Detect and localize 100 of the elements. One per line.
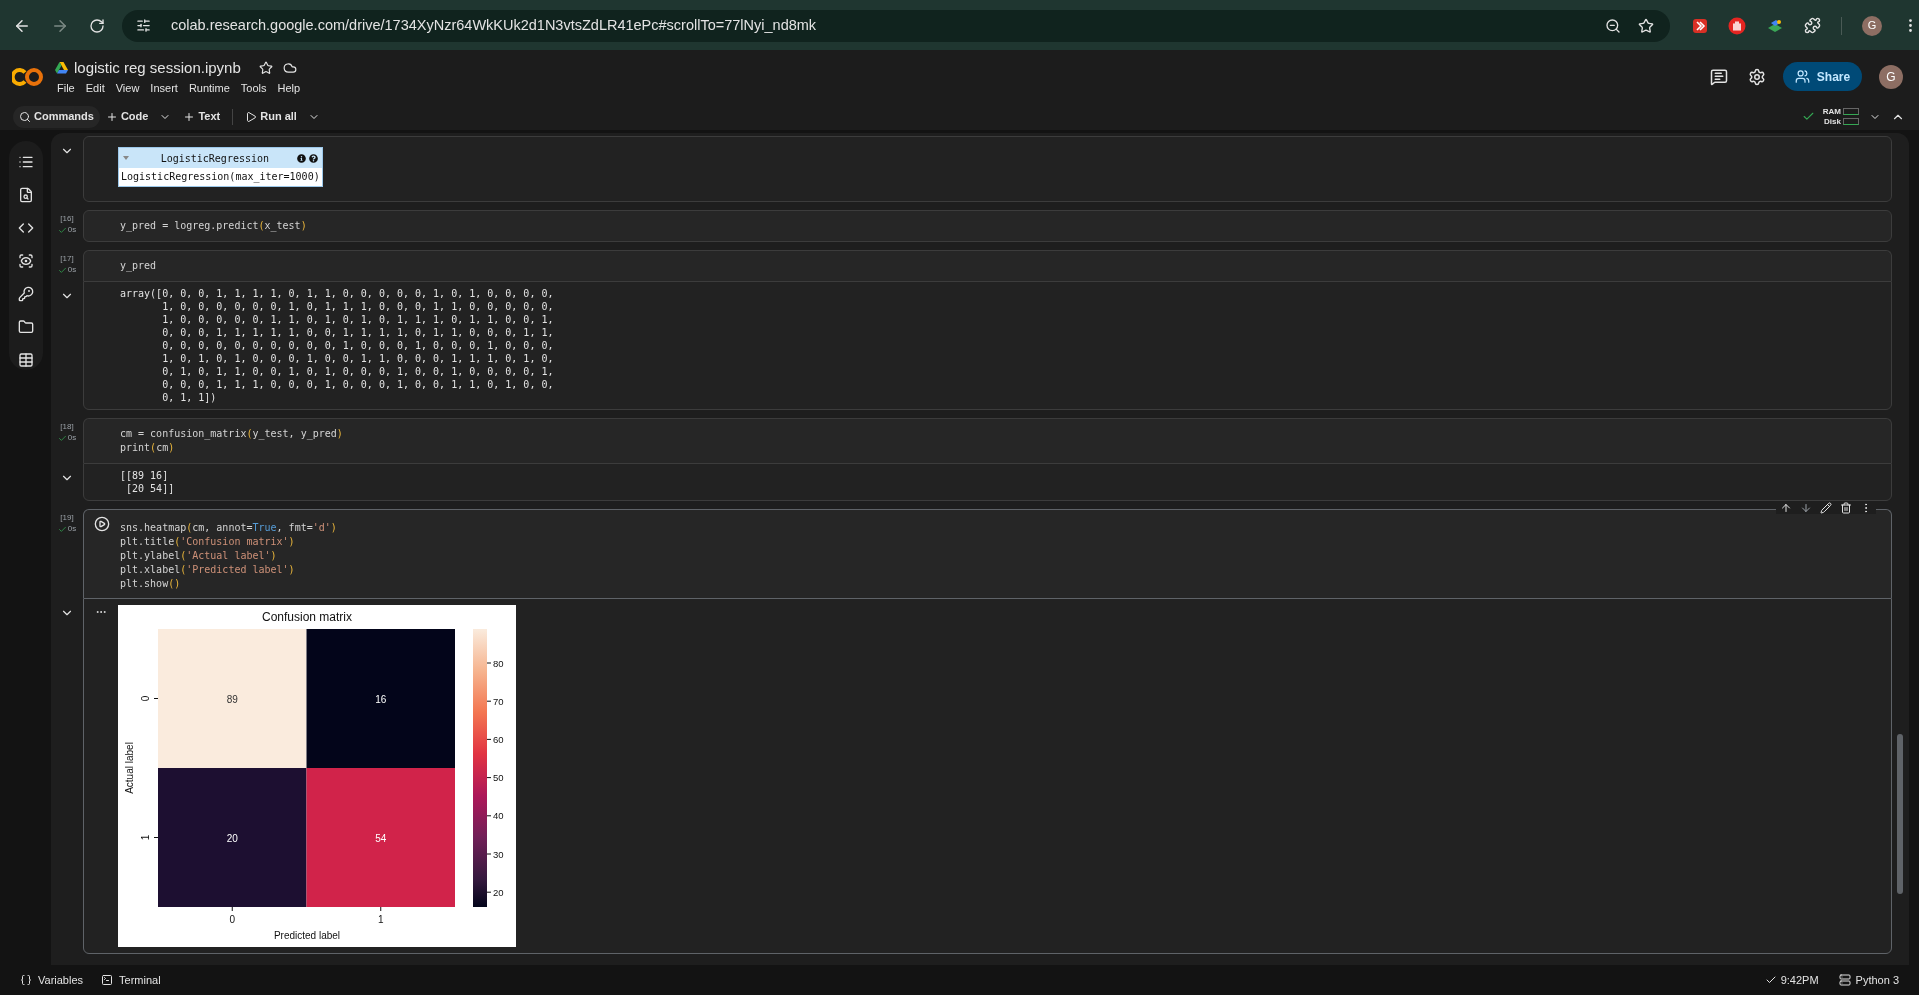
delete-icon[interactable] bbox=[1840, 502, 1852, 514]
code-line: y_pred = logreg.predict(x_test) bbox=[120, 219, 307, 233]
eye-scan-icon[interactable] bbox=[17, 253, 34, 269]
extension-icon[interactable] bbox=[1692, 17, 1708, 34]
output-line: 0, 0, 0, 1, 1, 1, 0, 0, 0, 1, 0, 0, 0, 1, 0, 0, 1, 1, 0, 1, 0, 0, bbox=[161, 378, 554, 391]
caret-icon[interactable] bbox=[123, 156, 129, 160]
extensions-puzzle-icon[interactable] bbox=[1804, 17, 1821, 34]
menu-item[interactable]: Runtime bbox=[188, 80, 230, 97]
code-snippets-icon[interactable] bbox=[17, 220, 34, 236]
x-tick-label: 1 bbox=[377, 914, 384, 925]
hand-extension-icon[interactable] bbox=[1728, 16, 1746, 35]
estimator-name: LogisticRegression bbox=[159, 151, 271, 166]
menu-item[interactable]: View bbox=[115, 80, 140, 97]
share-button[interactable]: Share bbox=[1783, 62, 1862, 91]
toolbar-button[interactable]: Text bbox=[177, 105, 227, 128]
code-line: plt.show() bbox=[120, 577, 181, 591]
user-avatar[interactable]: G bbox=[1879, 64, 1903, 89]
check-icon bbox=[1764, 974, 1777, 986]
address-bar[interactable]: colab.research.google.com/drive/1734XyNzr64WkKUk2d1N3vtsZdLR41ePc#scrollTo=77lNyi_nd8mk bbox=[121, 9, 1670, 42]
menu-item[interactable]: Tools bbox=[240, 80, 267, 97]
colab-logo[interactable] bbox=[12, 66, 44, 87]
toolbar-button[interactable]: Run all bbox=[239, 105, 326, 128]
code-cell-input[interactable]: cm = confusion_matrix(y_test, y_pred) print(cm) bbox=[83, 418, 1892, 463]
estimator-repr: LogisticRegression(max_iter=1000) bbox=[120, 170, 321, 185]
status-button[interactable]: Variables bbox=[20, 971, 84, 989]
code-line: cm = confusion_matrix(y_test, y_pred) bbox=[120, 427, 343, 441]
folder-icon[interactable] bbox=[17, 319, 34, 335]
output-line: 0, 0, 0, 0, 0, 0, 0, 0, 0, 0, 1, 0, 0, 0, 1, 0, 0, 0, 1, 0, 0, 0, bbox=[161, 339, 554, 352]
star-icon[interactable] bbox=[258, 60, 273, 75]
table-of-contents-icon[interactable] bbox=[17, 154, 34, 170]
scrollbar[interactable] bbox=[1897, 734, 1903, 894]
code-cell-input[interactable]: y_pred = logreg.predict(x_test) bbox=[83, 210, 1892, 242]
code-cell-input[interactable]: sns.heatmap(cm, annot=True, fmt='d') plt.title('Confusion matrix') plt.ylabel('Actual label') plt.xlabel('Predicted label') plt.show() bbox=[83, 509, 1892, 598]
resource-meter[interactable]: RAM Disk bbox=[1822, 106, 1859, 127]
y-axis-label: Actual label bbox=[124, 742, 135, 794]
move-down-icon[interactable] bbox=[1800, 502, 1812, 514]
run-time: 0s bbox=[67, 224, 77, 236]
cell-value: 89 bbox=[226, 693, 238, 705]
drive-icon[interactable] bbox=[55, 61, 68, 74]
output-line: 1, 0, 0, 0, 0, 0, 0, 1, 0, 1, 1, 1, 0, 0, 0, 1, 1, 0, 0, 0, 0, 0, bbox=[161, 300, 554, 313]
chart-title: Confusion matrix bbox=[262, 610, 352, 624]
run-time: 0s bbox=[67, 264, 77, 276]
output-line: array([0, 0, 0, 1, 1, 1, 1, 0, 1, 1, 0, 0, 0, 0, 0, 1, 0, 1, 0, 0, 0, 0, bbox=[120, 287, 554, 300]
notebook-title[interactable]: logistic reg session.ipynb bbox=[74, 56, 241, 79]
toolbar-button[interactable]: Commands bbox=[13, 105, 100, 128]
url-text: colab.research.google.com/drive/1734XyNzr64WkKUk2d1N3vtsZdLR41ePc#scrollTo=77lNyi_nd8mk bbox=[170, 15, 818, 35]
code-line: y_pred bbox=[120, 259, 157, 273]
cell-value: 16 bbox=[375, 693, 387, 705]
reload-icon[interactable] bbox=[89, 17, 105, 34]
menu-item[interactable]: Help bbox=[277, 80, 301, 97]
code-line: print(cm) bbox=[120, 441, 175, 455]
zoom-out-icon[interactable] bbox=[1605, 17, 1621, 34]
cloud-icon[interactable] bbox=[282, 60, 297, 75]
colorbar-tick-label: 70 bbox=[493, 695, 504, 707]
info-icon[interactable] bbox=[296, 153, 306, 163]
execution-count: [16] bbox=[60, 214, 74, 224]
execution-count: [18] bbox=[60, 422, 74, 432]
settings-icon[interactable] bbox=[1748, 67, 1766, 86]
comments-icon[interactable] bbox=[1710, 67, 1728, 86]
run-time: 0s bbox=[67, 432, 77, 444]
run-cell-icon[interactable] bbox=[94, 516, 110, 532]
code-cell-input[interactable]: y_pred bbox=[83, 250, 1892, 281]
profile-avatar[interactable]: G bbox=[1862, 15, 1882, 36]
code-line: plt.xlabel('Predicted label') bbox=[120, 563, 295, 577]
menu-item[interactable]: Edit bbox=[85, 80, 105, 97]
run-time: 0s bbox=[67, 523, 77, 535]
status-button[interactable]: Terminal bbox=[101, 971, 161, 989]
code-line: plt.title('Confusion matrix') bbox=[120, 535, 295, 549]
x-axis-label: Predicted label bbox=[273, 930, 341, 941]
output-line: 0, 1, 1]) bbox=[161, 391, 217, 404]
toolbar-button[interactable]: Code bbox=[99, 105, 178, 128]
menu-item[interactable]: Insert bbox=[150, 80, 178, 97]
colorbar-tick-label: 50 bbox=[493, 772, 504, 784]
colorbar-tick-label: 20 bbox=[493, 886, 504, 898]
check-icon bbox=[57, 524, 67, 534]
estimator-widget[interactable]: LogisticRegression LogisticRegression(max_iter=1000) bbox=[118, 147, 323, 187]
edit-icon[interactable] bbox=[1820, 502, 1832, 514]
move-up-icon[interactable] bbox=[1780, 502, 1792, 514]
output-line: 0, 1, 0, 1, 1, 0, 0, 1, 0, 1, 0, 0, 0, 1, 0, 0, 1, 0, 0, 0, 0, 1, bbox=[161, 365, 554, 378]
site-settings-icon[interactable] bbox=[135, 18, 151, 33]
play-icon bbox=[245, 110, 258, 123]
status-time: 9:42PM bbox=[1780, 972, 1819, 988]
colorbar-tick-label: 80 bbox=[493, 657, 504, 669]
key-icon[interactable] bbox=[17, 286, 34, 302]
colorbar-tick-label: 40 bbox=[493, 810, 504, 822]
plus-icon bbox=[105, 110, 118, 123]
execution-count: [19] bbox=[60, 513, 74, 523]
runtime-button[interactable]: Python 3 bbox=[1838, 971, 1899, 989]
output-line: [[89 16] bbox=[120, 469, 169, 482]
find-icon[interactable] bbox=[17, 187, 34, 203]
colorbar-tick-label: 30 bbox=[493, 848, 504, 860]
help-icon[interactable] bbox=[308, 153, 318, 163]
code-line: sns.heatmap(cm, annot=True, fmt='d') bbox=[120, 521, 337, 535]
table-icon[interactable] bbox=[17, 352, 34, 368]
output-line: 1, 0, 0, 0, 0, 0, 1, 1, 0, 1, 0, 1, 0, 1, 1, 1, 0, 1, 1, 0, 0, 1, bbox=[161, 313, 554, 326]
plus-icon bbox=[183, 110, 196, 123]
bookmark-star-icon[interactable] bbox=[1638, 17, 1654, 34]
cell-value: 20 bbox=[226, 832, 238, 844]
check-icon bbox=[57, 225, 67, 235]
menu-item[interactable]: File bbox=[57, 80, 75, 97]
